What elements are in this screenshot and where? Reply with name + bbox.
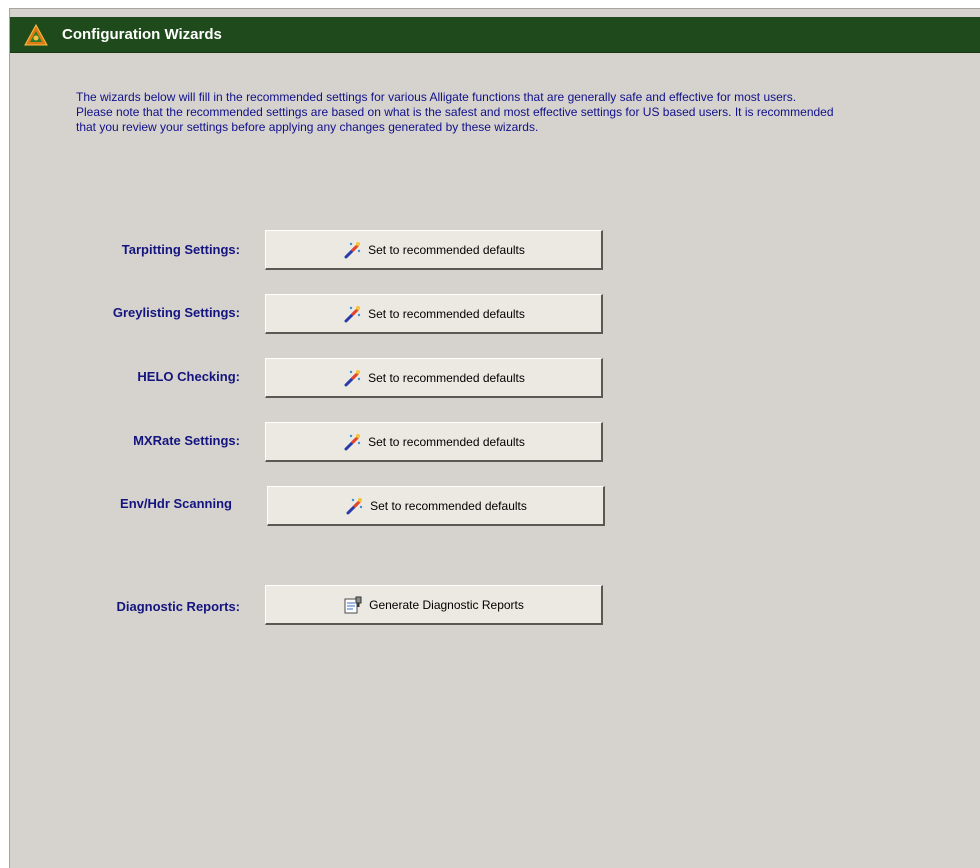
- report-icon: [343, 595, 363, 615]
- helo-defaults-button-label: Set to recommended defaults: [368, 370, 525, 385]
- magic-wand-icon: [342, 432, 362, 452]
- helo-checking-label: HELO Checking:: [137, 369, 240, 384]
- env-hdr-scanning-label: Env/Hdr Scanning: [120, 496, 232, 511]
- configuration-wizards-panel: Configuration Wizards The wizards below …: [9, 8, 980, 868]
- env-hdr-defaults-button[interactable]: Set to recommended defaults: [267, 486, 605, 526]
- magic-wand-icon: [342, 240, 362, 260]
- page-title: Configuration Wizards: [62, 26, 222, 43]
- alligate-logo-icon: [24, 23, 48, 46]
- tarpitting-defaults-button-label: Set to recommended defaults: [368, 242, 525, 257]
- magic-wand-icon: [342, 368, 362, 388]
- tarpitting-defaults-button[interactable]: Set to recommended defaults: [265, 230, 603, 270]
- generate-diagnostic-reports-button[interactable]: Generate Diagnostic Reports: [265, 585, 603, 625]
- magic-wand-icon: [344, 496, 364, 516]
- greylisting-defaults-button[interactable]: Set to recommended defaults: [265, 294, 603, 334]
- intro-text: The wizards below will fill in the recom…: [76, 90, 834, 134]
- header-bar: Configuration Wizards: [10, 17, 980, 53]
- diagnostic-reports-label: Diagnostic Reports:: [116, 599, 240, 614]
- mxrate-defaults-button[interactable]: Set to recommended defaults: [265, 422, 603, 462]
- magic-wand-icon: [342, 304, 362, 324]
- generate-diagnostic-reports-button-label: Generate Diagnostic Reports: [369, 597, 524, 612]
- greylisting-defaults-button-label: Set to recommended defaults: [368, 306, 525, 321]
- greylisting-settings-label: Greylisting Settings:: [112, 305, 240, 320]
- mxrate-settings-label: MXRate Settings:: [133, 433, 240, 448]
- helo-defaults-button[interactable]: Set to recommended defaults: [265, 358, 603, 398]
- mxrate-defaults-button-label: Set to recommended defaults: [368, 434, 525, 449]
- tarpitting-settings-label: Tarpitting Settings:: [121, 242, 240, 257]
- env-hdr-defaults-button-label: Set to recommended defaults: [370, 498, 527, 513]
